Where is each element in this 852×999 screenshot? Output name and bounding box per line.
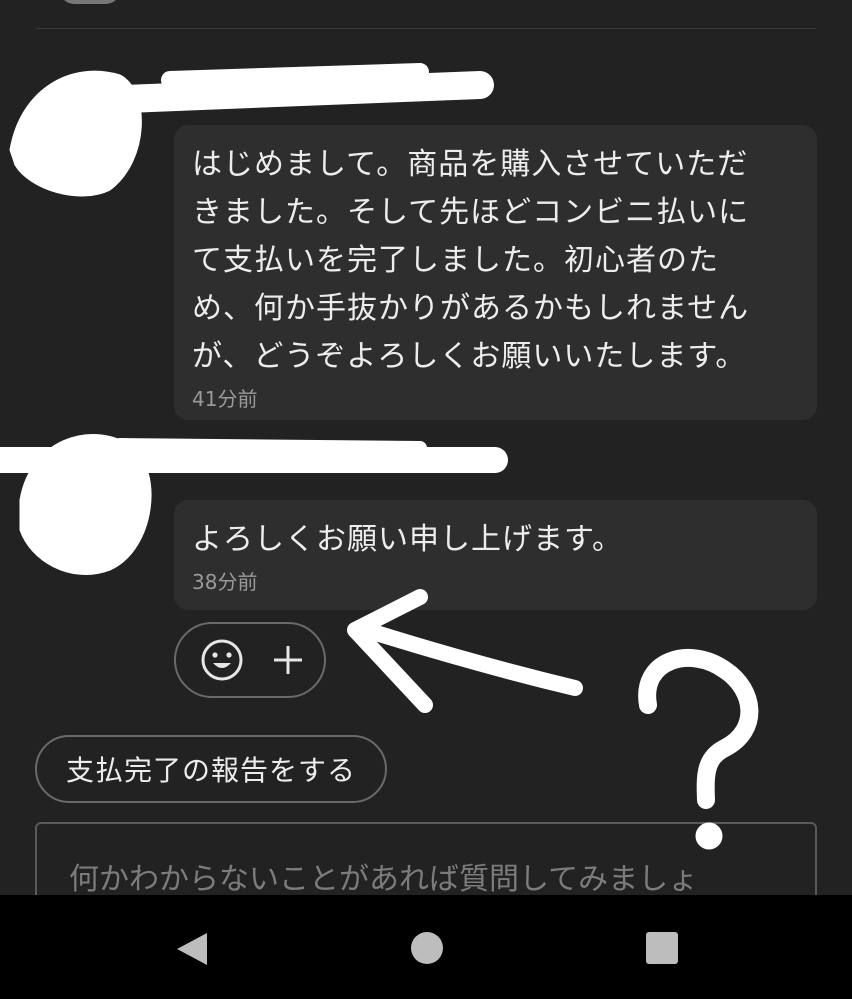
message-line: め、何か手抜かりがあるかもしれません bbox=[192, 291, 750, 326]
redaction-scribble bbox=[86, 71, 494, 114]
redaction-scribble bbox=[113, 438, 427, 455]
plus-icon[interactable] bbox=[268, 640, 308, 680]
message-line: きました。そして先ほどコンビニ払いに bbox=[192, 195, 750, 230]
message-bubble: よろしくお願い申し上げます。 38分前 bbox=[174, 500, 817, 610]
message-line: はじめまして。商品を購入させていただ bbox=[192, 147, 749, 182]
question-mark-annotation bbox=[638, 648, 759, 809]
message-line: が、どうぞよろしくお願いいたします。 bbox=[192, 339, 747, 374]
arrow-annotation bbox=[352, 620, 583, 696]
divider bbox=[36, 28, 816, 29]
message-text: はじめまして。商品を購入させていただ きました。そして先ほどコンビニ払いに て支… bbox=[192, 141, 797, 381]
message-text: よろしくお願い申し上げます。 bbox=[192, 522, 623, 557]
avatar-edge bbox=[60, 0, 120, 4]
arrow-annotation bbox=[347, 589, 433, 713]
home-circle-icon[interactable] bbox=[411, 932, 443, 964]
message-bubble: はじめまして。商品を購入させていただ きました。そして先ほどコンビニ払いに て支… bbox=[174, 125, 817, 420]
smiley-face-icon[interactable] bbox=[200, 638, 244, 682]
redaction-scribble bbox=[19, 433, 152, 575]
report-payment-button[interactable]: 支払完了の報告をする bbox=[35, 735, 387, 803]
message-timestamp: 38分前 bbox=[192, 570, 258, 594]
redaction-scribble bbox=[161, 63, 429, 89]
message-timestamp: 41分前 bbox=[192, 387, 258, 411]
redaction-scribble bbox=[9, 70, 142, 197]
message-line: て支払いを完了しました。初心者のた bbox=[192, 243, 719, 278]
reaction-pill[interactable] bbox=[174, 622, 326, 698]
recent-square-icon[interactable] bbox=[646, 932, 678, 964]
back-triangle-icon[interactable] bbox=[175, 932, 209, 966]
